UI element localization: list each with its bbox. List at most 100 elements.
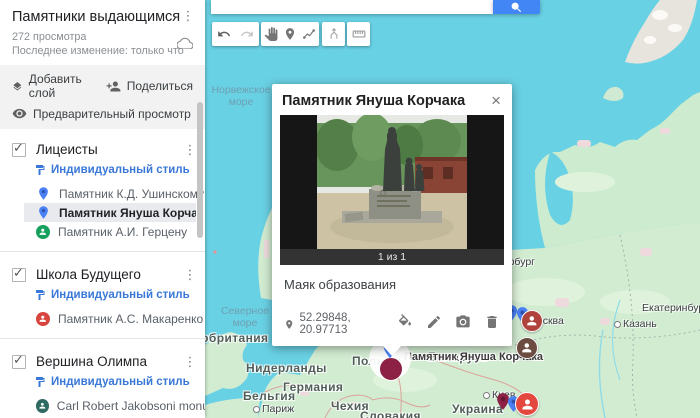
search-icon <box>510 1 523 14</box>
search-input[interactable] <box>211 0 493 14</box>
layer-name[interactable]: Лицеисты <box>36 142 183 157</box>
layer-style-label: Индивидуальный стиль <box>51 289 190 301</box>
undo-icon <box>217 27 231 41</box>
search-button[interactable] <box>493 0 540 14</box>
map-label-city: Казань <box>614 318 657 330</box>
layer-style-button[interactable]: Индивидуальный стиль <box>34 289 205 301</box>
list-item-selected[interactable]: Памятник Януша Корчака <box>24 203 196 222</box>
list-item[interactable]: Памятник А.И. Герцену <box>0 222 205 241</box>
pin-icon <box>283 27 297 41</box>
layer-style-label: Индивидуальный стиль <box>51 164 190 176</box>
item-label: Памятник Януша Корчака <box>59 206 196 220</box>
person-circle-icon <box>36 225 50 239</box>
layer-checkbox[interactable] <box>12 355 26 369</box>
popup-photo[interactable]: 1 из 1 <box>280 115 504 265</box>
add-directions-button[interactable] <box>322 22 345 46</box>
layer-style-label: Индивидуальный стиль <box>51 376 190 388</box>
pin-icon <box>36 186 51 201</box>
info-window: Памятник Януша Корчака <box>272 84 512 346</box>
toolbar-undo-redo <box>212 22 259 46</box>
add-photo-button[interactable] <box>455 314 471 335</box>
layer-menu-kebab-icon[interactable] <box>183 143 197 157</box>
paint-roller-icon <box>34 164 46 176</box>
add-layer-label: Добавить слой <box>29 72 88 100</box>
popup-description: Маяк образования <box>272 265 512 292</box>
saved-cloud-icon <box>177 37 193 53</box>
preview-label: Предварительный просмотр <box>33 107 191 121</box>
map-label-country: Нидерланды <box>246 361 327 375</box>
pin-icon <box>36 205 51 220</box>
map-marker-person[interactable] <box>515 392 539 416</box>
coordinates-value: 52.29848, 20.97713 <box>299 312 397 336</box>
paint-roller-icon <box>34 289 46 301</box>
ruler-icon <box>352 27 366 41</box>
layer-checkbox[interactable] <box>12 268 26 282</box>
map-title[interactable]: Памятники выдающимся педаг... <box>12 9 181 25</box>
add-marker-button[interactable] <box>280 22 299 46</box>
draw-line-button[interactable] <box>300 22 319 46</box>
edit-button[interactable] <box>426 314 442 335</box>
close-icon[interactable] <box>490 93 502 108</box>
views-count: 272 просмотра <box>12 30 193 44</box>
info-window-tail <box>383 346 401 356</box>
layer-style-button[interactable]: Индивидуальный стиль <box>34 376 205 388</box>
coordinates: 52.29848, 20.97713 <box>284 312 397 336</box>
paint-roller-icon <box>34 376 46 388</box>
list-item[interactable]: Памятник А.С. Макаренко <box>0 309 205 328</box>
layer-section: Вершина Олимпа Индивидуальный стиль Carl… <box>0 341 205 418</box>
map-label-sea: Северное море <box>214 305 276 329</box>
hand-icon <box>264 27 278 41</box>
pan-tool-button[interactable] <box>261 22 280 46</box>
route-split-icon <box>327 27 341 41</box>
map-marker-person[interactable] <box>516 337 538 359</box>
item-label: Памятник К.Д. Ушинскому <box>59 187 204 201</box>
measure-button[interactable] <box>347 22 370 46</box>
map-canvas[interactable]: Норвежское море Северное море Великобрит… <box>205 0 700 418</box>
preview-button[interactable]: Предварительный просмотр <box>12 106 191 121</box>
add-layer-button[interactable]: Добавить слой <box>12 72 88 100</box>
redo-button[interactable] <box>236 22 260 46</box>
map-label-city: Париж <box>253 403 294 415</box>
item-label: Памятник А.И. Герцену <box>58 225 187 239</box>
person-circle-icon <box>36 399 49 413</box>
sidebar-scrollbar[interactable] <box>197 102 203 238</box>
list-item[interactable]: Памятник К.Д. Ушинскому <box>0 184 205 203</box>
item-label: Памятник А.С. Макаренко <box>58 312 203 326</box>
divider <box>0 251 205 252</box>
delete-button[interactable] <box>484 314 500 335</box>
map-menu-kebab-icon[interactable] <box>181 9 195 23</box>
map-label-country: Германия <box>283 380 343 394</box>
popup-title: Памятник Януша Корчака <box>282 93 490 109</box>
layer-style-button[interactable]: Индивидуальный стиль <box>34 164 205 176</box>
last-edit: Последнее изменение: только что <box>12 44 193 58</box>
polyline-icon <box>302 27 316 41</box>
map-label-city: Екатеринбург <box>642 302 700 314</box>
layer-menu-kebab-icon[interactable] <box>183 268 197 282</box>
style-button[interactable] <box>397 314 413 335</box>
map-label-country: Великобритания <box>205 331 268 345</box>
layer-section: Лицеисты Индивидуальный стиль Памятник К… <box>0 129 205 254</box>
my-maps-window: Норвежское море Северное море Великобрит… <box>0 0 700 418</box>
layer-name[interactable]: Вершина Олимпа <box>36 354 183 369</box>
photo-counter: 1 из 1 <box>280 249 504 265</box>
map-label-country: Словакия <box>360 409 421 418</box>
layer-checkbox[interactable] <box>12 143 26 157</box>
map-marker-person[interactable] <box>521 310 543 332</box>
location-pin-icon <box>284 319 294 330</box>
layer-section: Школа Будущего Индивидуальный стиль Памя… <box>0 254 205 341</box>
share-button[interactable]: Поделиться <box>106 72 193 100</box>
toolbar-directions <box>322 22 345 46</box>
eye-icon <box>12 106 27 121</box>
pencil-icon <box>426 314 442 330</box>
toolbar-draw <box>261 22 319 46</box>
undo-button[interactable] <box>212 22 236 46</box>
layer-menu-kebab-icon[interactable] <box>183 355 197 369</box>
person-circle-icon <box>36 312 50 326</box>
sidebar-actionbar: Добавить слой Поделиться Предварительный… <box>0 65 205 129</box>
sidebar: Памятники выдающимся педаг... 272 просмо… <box>0 0 205 418</box>
paint-bucket-icon <box>397 314 413 330</box>
redo-icon <box>240 27 254 41</box>
share-label: Поделиться <box>127 79 193 93</box>
list-item[interactable]: Carl Robert Jakobsoni monu... <box>0 396 205 415</box>
layer-name[interactable]: Школа Будущего <box>36 267 183 282</box>
